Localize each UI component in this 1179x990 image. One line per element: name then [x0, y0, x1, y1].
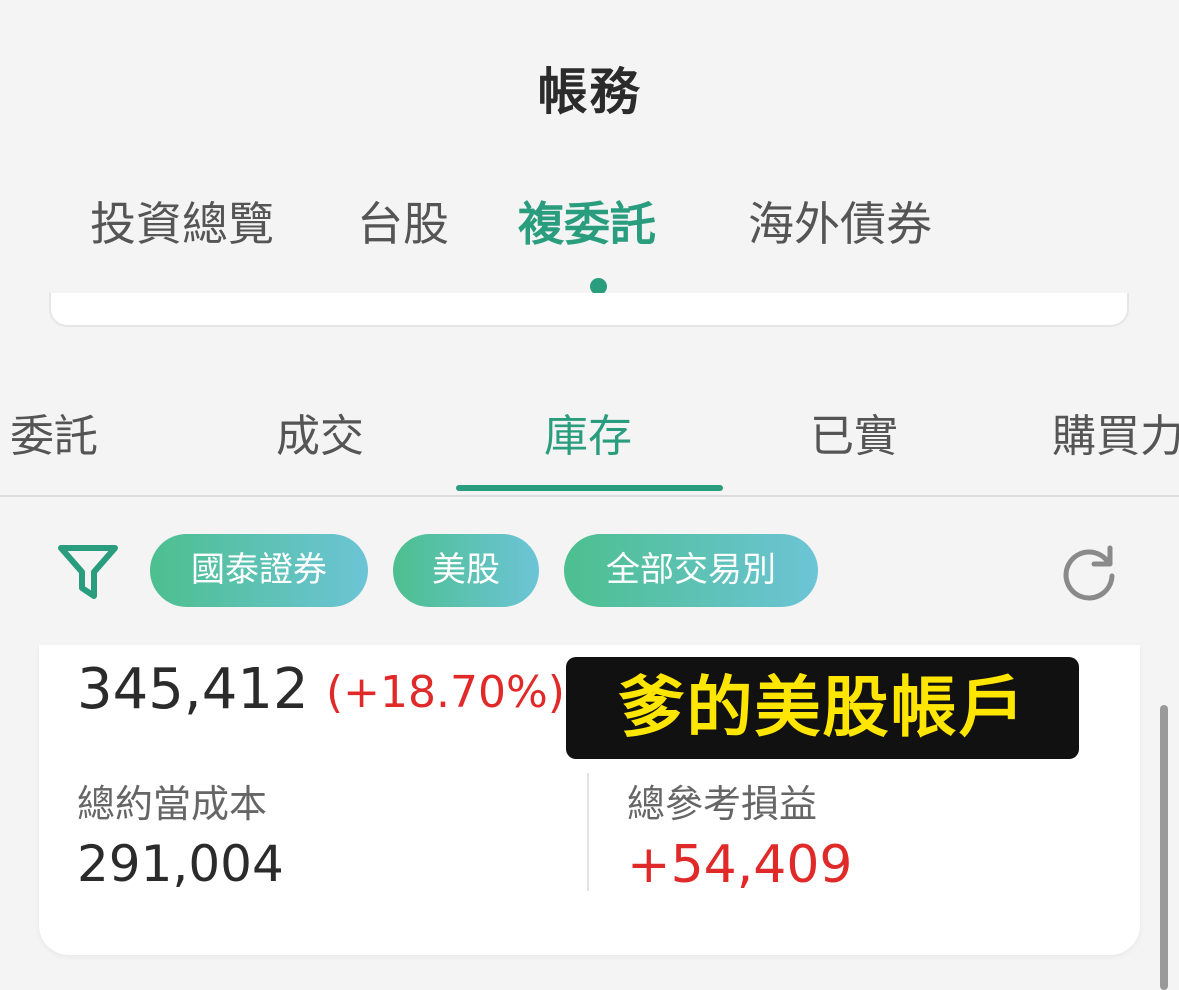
total-pl-value: +54,409	[627, 835, 853, 895]
refresh-icon[interactable]	[1058, 540, 1120, 602]
chip-trade-type[interactable]: 全部交易別	[564, 534, 818, 607]
filter-icon[interactable]	[55, 538, 121, 604]
sub-tab-trades[interactable]: 成交	[276, 400, 364, 464]
overlay-caption: 爹的美股帳戶	[566, 657, 1079, 759]
sub-tab-underline	[456, 485, 723, 491]
total-cost-value: 291,004	[77, 835, 284, 893]
tab-sub-brokerage[interactable]: 複委託	[518, 188, 656, 254]
tab-overseas-bonds[interactable]: 海外債券	[748, 188, 932, 254]
return-percentage: (+18.70%)	[326, 667, 565, 718]
filter-row: 國泰證券 美股 全部交易別	[0, 530, 1179, 610]
chip-broker[interactable]: 國泰證券	[150, 534, 368, 607]
tab-taiwan-stocks[interactable]: 台股	[357, 188, 449, 254]
main-tab-bar: 投資總覽 台股 複委託 海外債券	[0, 188, 1179, 298]
sub-tab-buying-power[interactable]: 購買力	[1052, 400, 1179, 464]
sub-tab-inventory[interactable]: 庫存	[544, 400, 632, 464]
scrollbar[interactable]	[1160, 705, 1168, 990]
total-pl-label: 總參考損益	[627, 782, 818, 826]
sub-tab-bar: 委託 成交 庫存 已實 購買力	[0, 360, 1179, 497]
sub-tab-realized[interactable]: 已實	[810, 400, 898, 464]
page-title: 帳務	[537, 63, 642, 121]
chip-market[interactable]: 美股	[393, 534, 539, 607]
market-value: 345,412	[77, 657, 309, 722]
overview-card-edge	[49, 293, 1129, 327]
inventory-summary-card: 345,412 (+18.70%) 爹的美股帳戶 總約當成本 291,004 總…	[39, 645, 1140, 955]
tab-investment-overview[interactable]: 投資總覽	[90, 188, 274, 254]
sub-tab-orders[interactable]: 委託	[10, 400, 98, 464]
card-divider	[587, 773, 589, 891]
total-cost-label: 總約當成本	[77, 782, 268, 826]
